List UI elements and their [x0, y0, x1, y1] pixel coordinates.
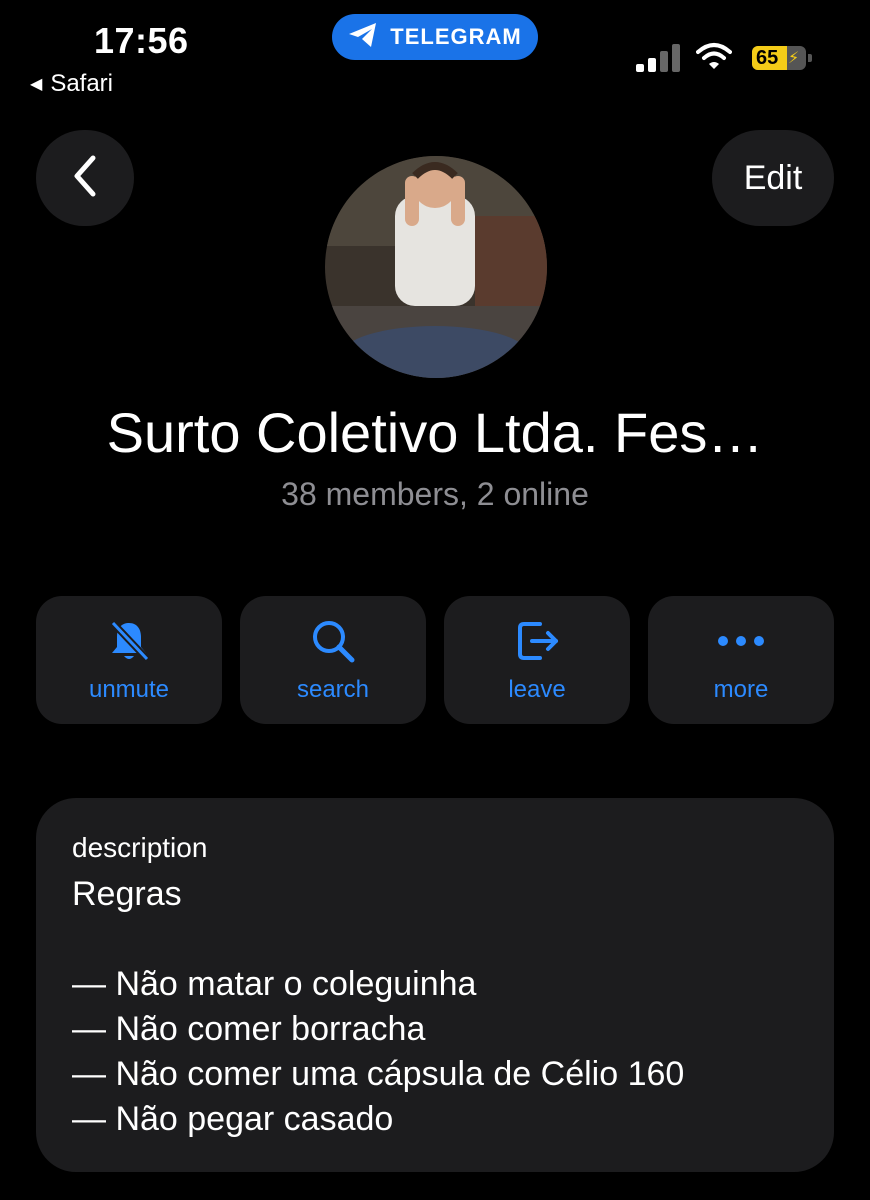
description-line: — Não comer uma cápsula de Célio 160	[72, 1055, 685, 1093]
bell-slash-icon	[104, 616, 154, 666]
more-label: more	[713, 676, 769, 703]
status-time: 17:56	[94, 20, 189, 61]
chevron-left-icon	[71, 154, 99, 203]
back-button[interactable]	[36, 130, 134, 226]
search-button[interactable]: search	[240, 596, 426, 724]
telegram-pill-label: TELEGRAM	[390, 24, 522, 49]
unmute-label: unmute	[88, 676, 170, 703]
more-button[interactable]: more	[648, 596, 834, 724]
more-icon	[716, 616, 766, 666]
description-line: — Não comer borracha	[72, 1010, 426, 1048]
back-app-label: Safari	[50, 70, 114, 97]
description-line: — Não matar o coleguinha	[72, 965, 477, 1003]
group-subtitle: 38 members, 2 online	[281, 476, 589, 512]
description-line: Regras	[72, 875, 182, 913]
telegram-pill[interactable]: TELEGRAM	[332, 14, 538, 60]
description-label: description	[72, 832, 208, 863]
edit-button[interactable]: Edit	[712, 130, 834, 226]
back-to-safari[interactable]: ◀ Safari	[30, 70, 113, 98]
group-title: Surto Coletivo Ltda. Fes…	[106, 401, 764, 464]
search-label: search	[296, 676, 370, 703]
battery-level: 65	[756, 47, 779, 69]
description-line	[72, 917, 798, 962]
group-avatar[interactable]	[325, 156, 547, 378]
leave-label: leave	[508, 676, 566, 703]
search-icon	[308, 616, 358, 666]
battery-indicator: 65 ⚡	[752, 46, 812, 70]
wifi-icon	[696, 42, 732, 70]
cellular-signal-icon	[636, 44, 682, 72]
back-triangle-icon: ◀	[30, 76, 43, 93]
unmute-button[interactable]: unmute	[36, 596, 222, 724]
leave-icon	[512, 616, 562, 666]
telegram-plane-icon	[348, 22, 378, 53]
description-card[interactable]: description Regras — Não matar o colegui…	[36, 798, 834, 1172]
charging-bolt-icon: ⚡	[788, 50, 800, 67]
description-line: — Não pegar casado	[72, 1100, 394, 1138]
leave-button[interactable]: leave	[444, 596, 630, 724]
action-bar: unmute search leave more	[36, 596, 834, 724]
